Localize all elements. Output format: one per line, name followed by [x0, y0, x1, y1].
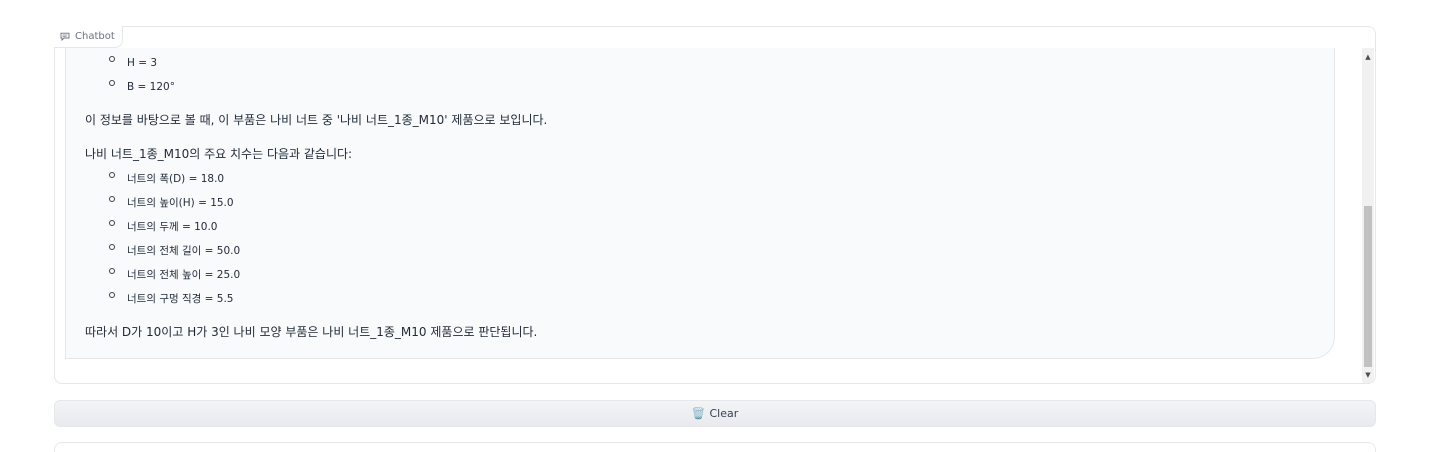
- next-panel-edge: [54, 442, 1376, 452]
- list-bullet: [109, 172, 115, 178]
- chat-scroll-area[interactable]: H = 3 B = 120° 이 정보를 바탕으로 볼 때, 이 부품은 나비 …: [55, 48, 1360, 383]
- list-item: 너트의 폭(D) = 18.0: [127, 173, 225, 185]
- list-bullet: [109, 56, 115, 62]
- list-item: 너트의 전체 길이 = 50.0: [127, 245, 241, 257]
- clear-button-label: Clear: [709, 407, 739, 420]
- list-item: B = 120°: [127, 81, 175, 93]
- list-item: 너트의 두께 = 10.0: [127, 221, 218, 233]
- list-bullet: [109, 268, 115, 274]
- chat-bubble-icon: [60, 32, 70, 41]
- scroll-thumb[interactable]: [1364, 206, 1372, 367]
- list-bullet: [109, 196, 115, 202]
- list-item: 너트의 전체 높이 = 25.0: [127, 269, 241, 281]
- chatbot-label: Chatbot: [54, 26, 123, 48]
- list-bullet: [109, 220, 115, 226]
- list-bullet: [109, 244, 115, 250]
- bot-message: H = 3 B = 120° 이 정보를 바탕으로 볼 때, 이 부품은 나비 …: [65, 48, 1335, 359]
- message-conclusion: 따라서 D가 10이고 H가 3인 나비 모양 부품은 나비 너트_1종_M10…: [85, 325, 538, 339]
- list-bullet: [109, 80, 115, 86]
- list-item: 너트의 구멍 직경 = 5.5: [127, 293, 234, 305]
- clear-button[interactable]: 🗑️ Clear: [54, 400, 1376, 427]
- list-bullet: [109, 292, 115, 298]
- list-item: H = 3: [127, 57, 158, 69]
- scroll-up-arrow[interactable]: ▲: [1362, 50, 1374, 64]
- scroll-down-arrow[interactable]: ▼: [1362, 368, 1374, 382]
- list-item: 너트의 높이(H) = 15.0: [127, 197, 234, 209]
- chat-scrollbar[interactable]: ▲ ▼: [1362, 48, 1374, 383]
- wastebasket-icon: 🗑️: [691, 407, 706, 420]
- chatbot-label-text: Chatbot: [75, 31, 115, 42]
- message-paragraph: 나비 너트_1종_M10의 주요 치수는 다음과 같습니다:: [85, 147, 353, 161]
- message-paragraph: 이 정보를 바탕으로 볼 때, 이 부품은 나비 너트 중 '나비 너트_1종_…: [85, 113, 548, 127]
